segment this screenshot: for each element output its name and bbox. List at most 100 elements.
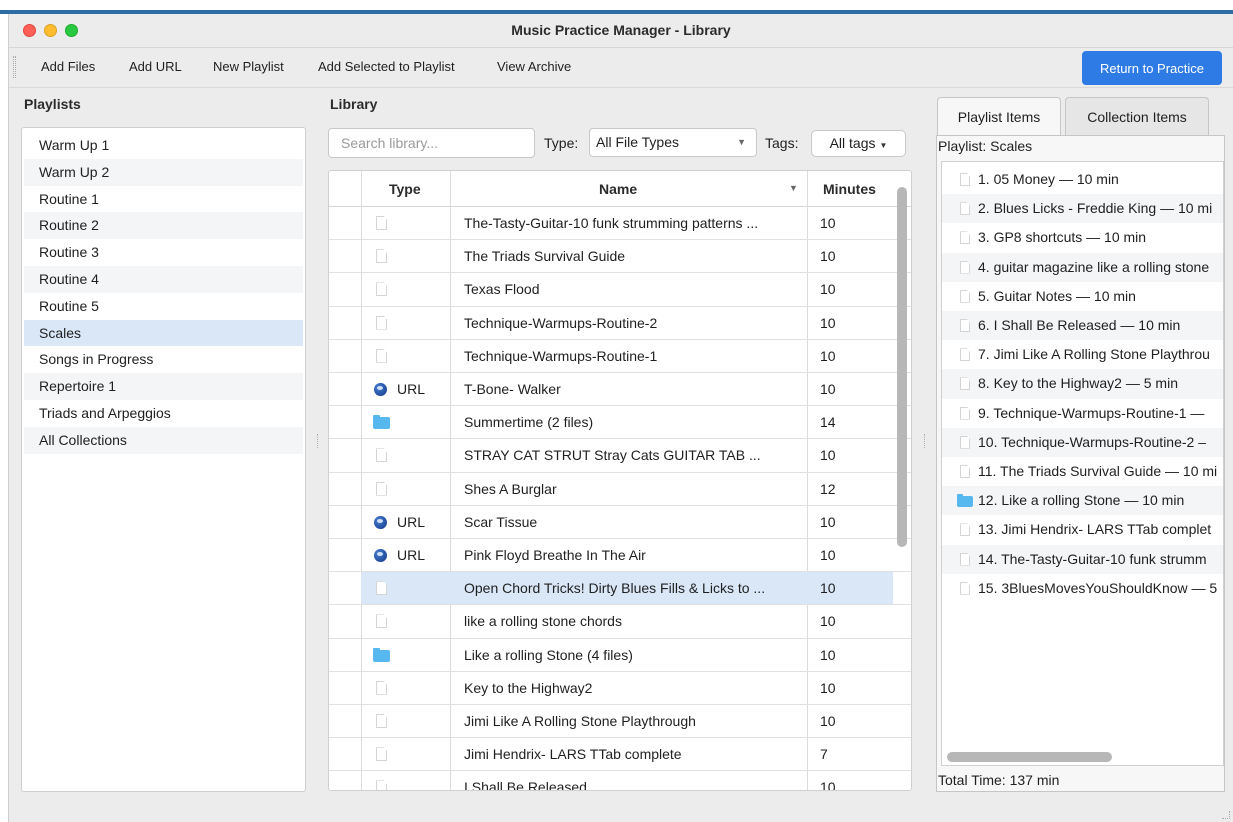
column-header-minutes[interactable]: Minutes <box>823 171 876 207</box>
file-icon <box>960 289 970 303</box>
row-type: URL <box>397 547 426 563</box>
add-files-button[interactable]: Add Files <box>41 59 95 74</box>
list-item[interactable]: 9. Technique-Warmups-Routine-1 — <box>942 399 1223 428</box>
table-row[interactable]: Technique-Warmups-Routine-1 10 <box>329 340 911 373</box>
list-item[interactable]: 15. 3BluesMovesYouShouldKnow — 5 <box>942 574 1223 603</box>
table-row[interactable]: URL T-Bone- Walker 10 <box>329 373 911 407</box>
playlist-item[interactable]: Warm Up 1 <box>24 132 303 159</box>
right-splitter-handle[interactable] <box>924 434 926 448</box>
list-item-label: 11. The Triads Survival Guide — 10 mi <box>978 463 1218 479</box>
table-row[interactable]: URL Pink Floyd Breathe In The Air 10 <box>329 539 911 573</box>
list-item-label: 2. Blues Licks - Freddie King — 10 mi <box>978 200 1213 217</box>
column-divider <box>450 171 451 207</box>
search-input[interactable] <box>328 128 535 158</box>
return-to-practice-button[interactable]: Return to Practice <box>1082 51 1222 85</box>
playlist-item[interactable]: Routine 3 <box>24 239 303 266</box>
row-name: like a rolling stone chords <box>464 613 622 630</box>
list-item[interactable]: 13. Jimi Hendrix- LARS TTab complet <box>942 515 1223 544</box>
playlist-item[interactable]: Scales <box>24 319 303 347</box>
column-header-name[interactable]: Name <box>599 171 637 207</box>
playlist-item[interactable]: Routine 2 <box>24 212 303 240</box>
table-row[interactable]: I Shall Be Released 10 <box>329 771 911 790</box>
list-item[interactable]: 8. Key to the Highway2 — 5 min <box>942 369 1223 399</box>
list-item[interactable]: 14. The-Tasty-Guitar-10 funk strumm <box>942 544 1223 574</box>
table-row[interactable]: URL Scar Tissue 10 <box>329 506 911 539</box>
file-icon <box>376 282 387 297</box>
sort-descending-icon[interactable]: ▼ <box>789 183 798 193</box>
table-row[interactable]: Key to the Highway2 10 <box>329 672 911 705</box>
toolbar: Add Files Add URL New Playlist Add Selec… <box>9 48 1233 88</box>
row-minutes: 10 <box>820 347 836 364</box>
list-item-label: 14. The-Tasty-Guitar-10 funk strumm <box>978 550 1207 567</box>
table-row[interactable]: STRAY CAT STRUT Stray Cats GUITAR TAB ..… <box>329 439 911 473</box>
row-minutes: 10 <box>820 447 836 464</box>
type-filter-value: All File Types <box>596 134 679 150</box>
view-archive-button[interactable]: View Archive <box>497 59 571 74</box>
tags-filter-button[interactable]: All tags ▼ <box>811 130 906 157</box>
library-vertical-scrollbar[interactable] <box>897 187 907 547</box>
file-icon <box>960 377 970 391</box>
list-item[interactable]: 11. The Triads Survival Guide — 10 mi <box>942 457 1223 486</box>
file-icon <box>376 714 387 728</box>
playlist-item[interactable]: Repertoire 1 <box>24 373 303 400</box>
table-row[interactable]: The Triads Survival Guide 10 <box>329 240 911 274</box>
table-row[interactable]: Jimi Hendrix- LARS TTab complete 7 <box>329 738 911 772</box>
list-item[interactable]: 10. Technique-Warmups-Routine-2 – <box>942 427 1223 457</box>
tab-playlist-items[interactable]: Playlist Items <box>937 97 1061 137</box>
table-row[interactable]: Shes A Burglar 12 <box>329 473 911 506</box>
list-item[interactable]: 5. Guitar Notes — 10 min <box>942 282 1223 311</box>
list-item-label: 6. I Shall Be Released — 10 min <box>978 317 1181 333</box>
globe-icon <box>374 383 387 396</box>
playlist-item[interactable]: Songs in Progress <box>24 346 303 373</box>
playlist-item[interactable]: Routine 1 <box>24 186 303 213</box>
chevron-down-icon: ▼ <box>879 141 888 150</box>
window-resize-handle[interactable] <box>1222 811 1230 819</box>
left-splitter-handle[interactable] <box>317 434 319 448</box>
row-minutes: 10 <box>820 580 836 597</box>
table-row[interactable]: The-Tasty-Guitar-10 funk strumming patte… <box>329 207 911 241</box>
file-icon <box>960 435 970 449</box>
row-name: Texas Flood <box>464 281 540 298</box>
playlist-item[interactable]: Routine 4 <box>24 265 303 293</box>
playlist-item[interactable]: Warm Up 2 <box>24 158 303 186</box>
add-url-button[interactable]: Add URL <box>129 59 182 74</box>
row-minutes: 10 <box>820 215 836 231</box>
table-row[interactable]: Open Chord Tricks! Dirty Blues Fills & L… <box>329 572 911 606</box>
list-item[interactable]: 4. guitar magazine like a rolling stone <box>942 252 1223 282</box>
playlist-items-horizontal-scrollbar[interactable] <box>947 752 1112 762</box>
table-row[interactable]: like a rolling stone chords 10 <box>329 605 911 639</box>
list-item[interactable]: 12. Like a rolling Stone — 10 min <box>942 486 1223 516</box>
row-name: Jimi Hendrix- LARS TTab complete <box>464 746 682 763</box>
list-item[interactable]: 3. GP8 shortcuts — 10 min <box>942 223 1223 252</box>
toolbar-grip-handle[interactable] <box>13 56 16 78</box>
add-selected-to-playlist-button[interactable]: Add Selected to Playlist <box>318 59 455 74</box>
list-item[interactable]: 1. 05 Money — 10 min <box>942 165 1223 194</box>
column-header-type[interactable]: Type <box>389 171 421 207</box>
table-row[interactable]: Like a rolling Stone (4 files) 10 <box>329 639 911 672</box>
playlist-item[interactable]: Triads and Arpeggios <box>24 400 303 427</box>
list-item[interactable]: 2. Blues Licks - Freddie King — 10 mi <box>942 194 1223 224</box>
type-filter-label: Type: <box>544 135 579 151</box>
row-name: STRAY CAT STRUT Stray Cats GUITAR TAB ..… <box>464 447 761 464</box>
table-row[interactable]: Texas Flood 10 <box>329 273 911 307</box>
file-icon <box>960 231 970 245</box>
tags-filter-label: Tags: <box>765 135 799 151</box>
file-icon <box>960 319 970 332</box>
table-row[interactable]: Jimi Like A Rolling Stone Playthrough 10 <box>329 705 911 739</box>
type-filter-select[interactable]: All File Types ▼ <box>589 128 757 157</box>
file-icon <box>960 581 970 595</box>
table-row[interactable]: Summertime (2 files) 14 <box>329 406 911 440</box>
playlist-item[interactable]: Routine 5 <box>24 293 303 320</box>
playlist-item[interactable]: All Collections <box>24 426 303 454</box>
playlists-list[interactable]: Warm Up 1 Warm Up 2 Routine 1 Routine 2 Rout… <box>21 127 306 792</box>
tab-collection-items[interactable]: Collection Items <box>1065 97 1209 136</box>
table-row[interactable]: Technique-Warmups-Routine-2 10 <box>329 307 911 340</box>
list-item[interactable]: 6. I Shall Be Released — 10 min <box>942 311 1223 341</box>
globe-icon <box>374 515 387 529</box>
playlist-items-list[interactable]: 15. 3BluesMovesYouShouldKnow — 5 14. The-… <box>941 161 1224 766</box>
library-heading: Library <box>330 96 378 112</box>
new-playlist-button[interactable]: New Playlist <box>213 59 284 74</box>
folder-icon <box>373 647 390 662</box>
list-item[interactable]: 7. Jimi Like A Rolling Stone Playthrou <box>942 340 1223 369</box>
screen-top-strip <box>0 0 1233 14</box>
